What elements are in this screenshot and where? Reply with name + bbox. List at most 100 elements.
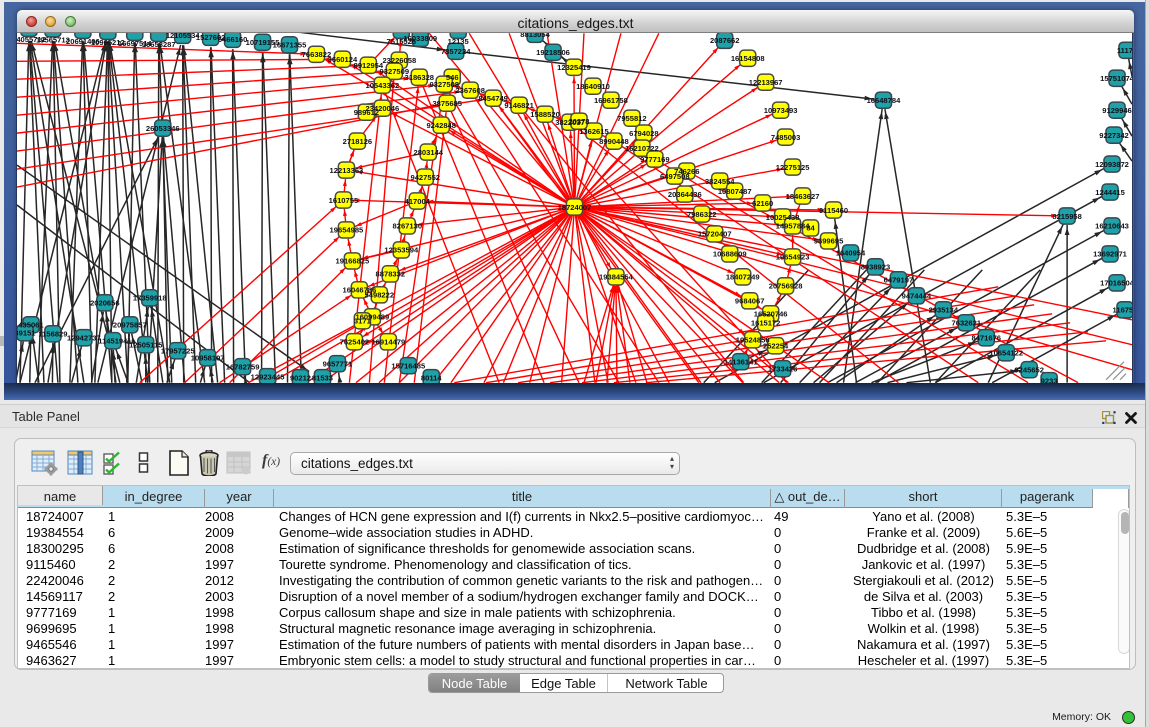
svg-text:12505115: 12505115 [129,341,162,350]
svg-text:17016504: 17016504 [1100,279,1133,288]
svg-text:2803144: 2803144 [414,148,444,157]
svg-text:10025438: 10025438 [766,213,800,222]
svg-text:18724007: 18724007 [558,203,592,212]
svg-text:19654923: 19654923 [776,253,810,262]
svg-text:19218506: 19218506 [536,48,570,57]
svg-text:7632621: 7632621 [952,319,982,328]
svg-text:9227342: 9227342 [1099,131,1129,140]
svg-text:9129946: 9129946 [1102,106,1132,115]
svg-text:989612: 989612 [354,108,379,117]
svg-text:3171: 3171 [354,317,371,326]
svg-text:18463627: 18463627 [786,192,820,201]
svg-text:19654985: 19654985 [330,226,364,235]
svg-text:23226058: 23226058 [382,56,416,65]
svg-text:3824554: 3824554 [705,177,735,186]
svg-text:12135: 12135 [448,37,469,46]
svg-text:9146821: 9146821 [504,101,534,110]
svg-text:26053346: 26053346 [146,124,180,133]
svg-text:2935134: 2935134 [929,306,959,315]
svg-text:9684067: 9684067 [735,297,765,306]
svg-text:16782759: 16782759 [226,363,260,372]
svg-text:10807487: 10807487 [718,187,752,196]
svg-text:20975857: 20975857 [113,321,147,330]
svg-text:2020656: 2020656 [90,299,120,308]
svg-text:417004: 417004 [405,197,431,206]
svg-text:3875685: 3875685 [432,99,462,108]
svg-text:16033809: 16033809 [403,34,437,43]
svg-text:16671355: 16671355 [273,41,307,50]
svg-text:18640910: 18640910 [576,82,610,91]
svg-text:20364436: 20364436 [668,190,702,199]
svg-text:1156829: 1156829 [38,330,67,339]
svg-text:15751074: 15751074 [1100,74,1133,83]
svg-text:16961758: 16961758 [594,96,628,105]
svg-text:6794028: 6794028 [629,129,659,138]
svg-text:9427552: 9427552 [411,173,441,182]
svg-text:6466160: 6466160 [218,35,248,44]
svg-text:7485003: 7485003 [771,133,801,142]
svg-text:12923445: 12923445 [251,372,285,381]
svg-text:20378: 20378 [568,117,589,126]
svg-text:19384554: 19384554 [599,273,634,282]
svg-text:12325419: 12325419 [557,63,591,72]
svg-text:15716485: 15716485 [391,362,425,371]
svg-text:1640954: 1640954 [836,249,866,258]
svg-text:16210643: 16210643 [1095,222,1129,231]
svg-text:20756928: 20756928 [769,282,803,291]
svg-text:16154808: 16154808 [731,54,765,63]
svg-text:6497508: 6497508 [660,172,690,181]
svg-text:9242848: 9242848 [426,121,456,130]
svg-text:10543362: 10543362 [365,81,399,90]
svg-text:10653287: 10653287 [142,40,176,49]
svg-text:8267130: 8267130 [393,222,423,231]
svg-text:17957225: 17957225 [161,347,195,356]
svg-text:1610755: 1610755 [329,196,359,205]
svg-text:7857224: 7857224 [441,47,471,56]
svg-text:252254: 252254 [763,342,789,351]
svg-text:9233: 9233 [1041,376,1058,383]
svg-text:12942737: 12942737 [67,334,101,343]
svg-text:8471676: 8471676 [972,334,1002,343]
svg-text:5498222: 5498222 [365,291,395,300]
svg-text:16520746: 16520746 [754,310,788,319]
svg-text:9699695: 9699695 [814,237,844,246]
svg-text:12353594: 12353594 [384,246,419,255]
svg-text:81533: 81533 [312,373,333,382]
svg-text:10688609: 10688609 [713,250,747,259]
svg-text:18407249: 18407249 [726,273,760,282]
svg-text:7986322: 7986322 [687,210,717,219]
svg-text:7625402: 7625402 [340,338,370,347]
svg-text:8813054: 8813054 [520,33,550,39]
svg-text:9115460: 9115460 [819,206,848,215]
svg-text:1145194: 1145194 [98,337,128,346]
svg-text:12213967: 12213967 [749,78,783,87]
svg-text:9657771: 9657771 [323,360,353,369]
svg-text:16648784: 16648784 [867,96,902,105]
svg-text:9777169: 9777169 [640,155,670,164]
svg-text:90212: 90212 [290,373,311,382]
svg-text:17359918: 17359918 [133,294,167,303]
svg-text:16210722: 16210722 [625,144,659,153]
svg-text:8215958: 8215958 [1052,212,1082,221]
svg-text:12093872: 12093872 [1095,160,1129,169]
svg-text:13692971: 13692971 [1093,250,1127,259]
svg-text:7955812: 7955812 [617,114,647,123]
svg-text:12213363: 12213363 [330,166,364,175]
svg-text:8878332: 8878332 [376,270,406,279]
svg-text:19565713: 19565713 [36,35,70,44]
svg-text:2718126: 2718126 [343,137,373,146]
svg-text:80114: 80114 [421,373,442,382]
svg-text:16914479: 16914479 [371,338,405,347]
svg-text:39151: 39151 [16,329,36,338]
svg-text:8938923: 8938923 [861,263,891,272]
svg-text:12275125: 12275125 [776,163,810,172]
svg-text:62160: 62160 [752,199,773,208]
svg-text:14957884: 14957884 [776,222,811,231]
svg-text:10958107: 10958107 [191,354,225,363]
svg-text:116753: 116753 [1113,306,1133,315]
svg-text:6479197: 6479197 [884,276,914,285]
svg-text:1244415: 1244415 [1095,188,1125,197]
svg-text:9245652: 9245652 [1014,366,1044,375]
svg-text:84: 84 [806,224,815,233]
svg-text:1733426: 1733426 [768,365,798,374]
